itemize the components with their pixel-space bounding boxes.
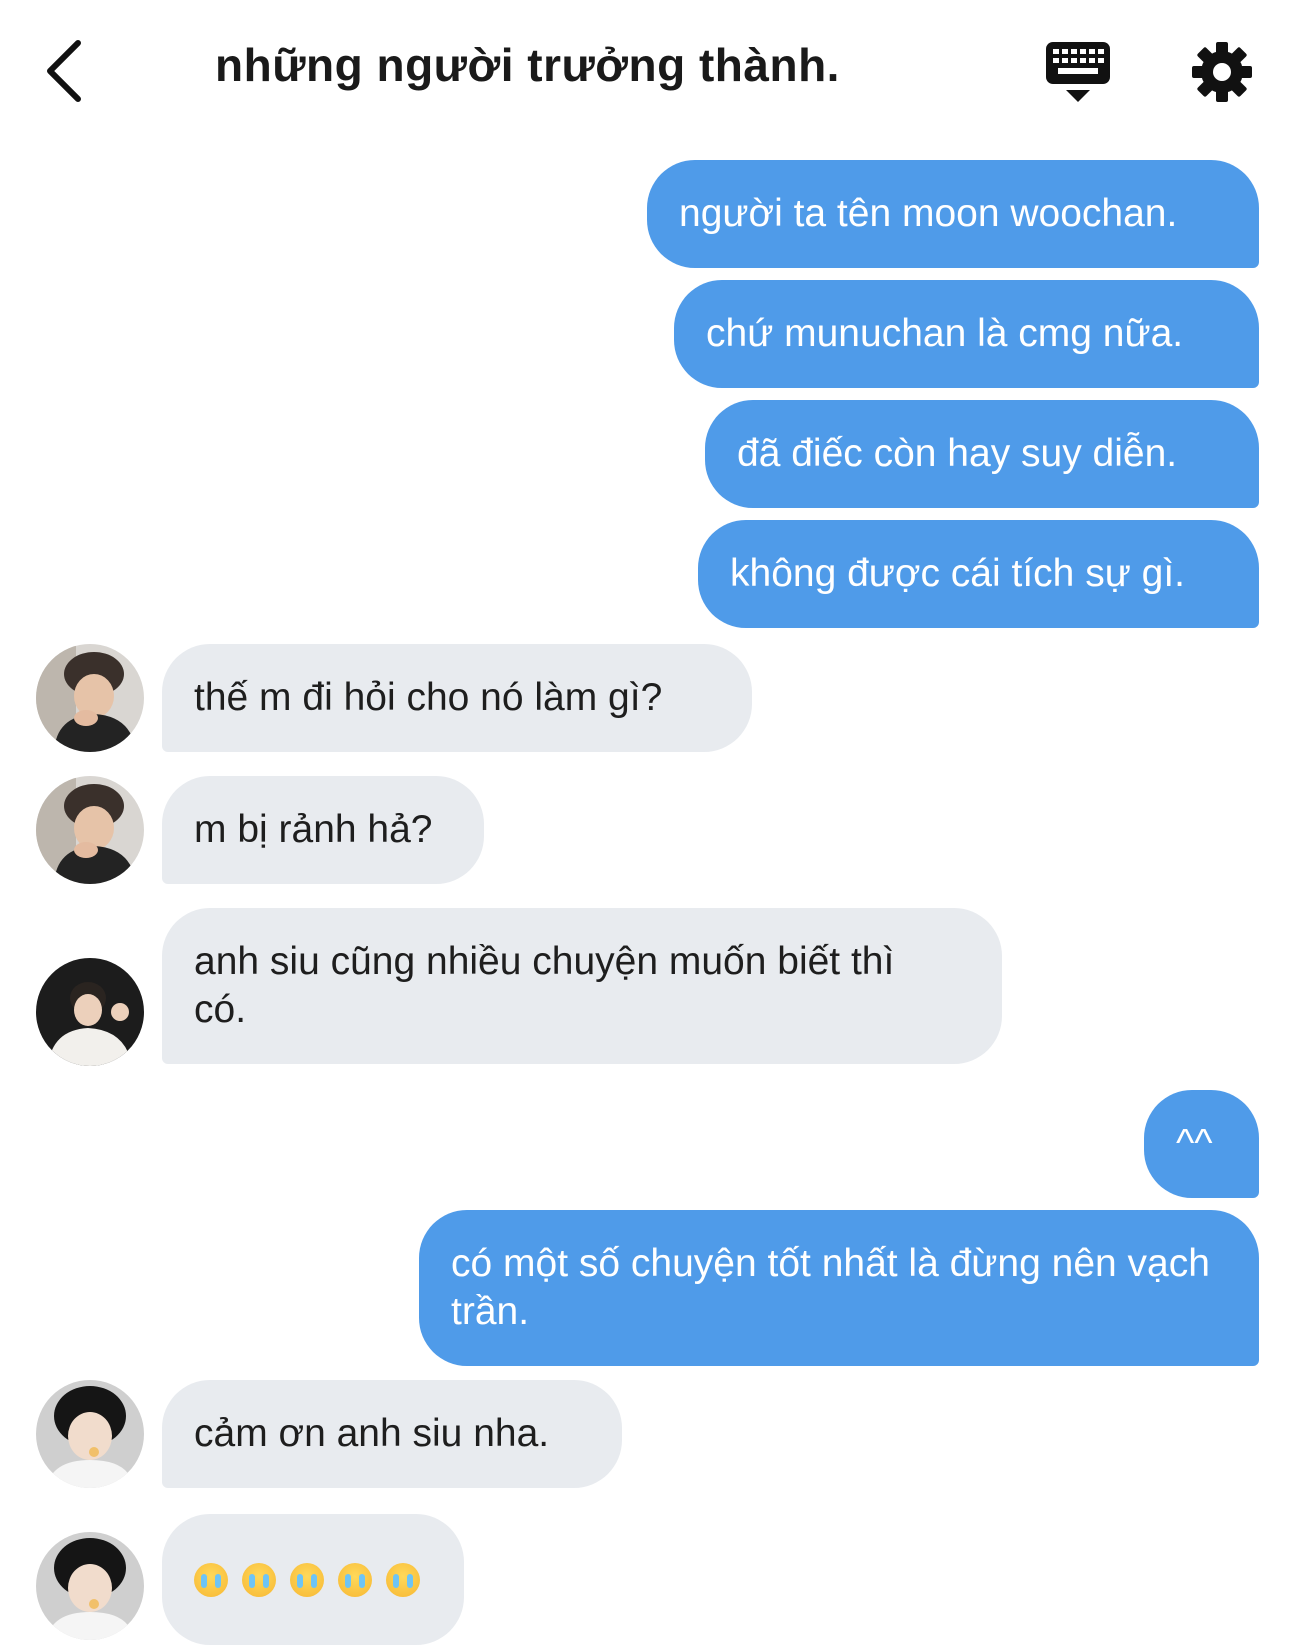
outgoing-message[interactable]: chứ munuchan là cmg nữa. bbox=[674, 280, 1259, 388]
incoming-message[interactable]: anh siu cũng nhiều chuyện muốn biết thì … bbox=[162, 908, 1002, 1064]
loudly-crying-face-icon bbox=[338, 1562, 372, 1597]
outgoing-message[interactable]: có một số chuyện tốt nhất là đừng nên vạ… bbox=[419, 1210, 1259, 1366]
message-text: không được cái tích sự gì. bbox=[730, 552, 1185, 595]
avatar[interactable] bbox=[36, 1532, 144, 1640]
chat-title: những người trưởng thành. bbox=[215, 39, 840, 91]
avatar-photo bbox=[36, 644, 144, 752]
avatar-photo bbox=[36, 958, 144, 1066]
avatar-photo bbox=[36, 776, 144, 884]
outgoing-message[interactable]: không được cái tích sự gì. bbox=[698, 520, 1259, 628]
outgoing-message[interactable]: ^^ bbox=[1144, 1090, 1259, 1198]
message-text: người ta tên moon woochan. bbox=[679, 192, 1178, 235]
avatar[interactable] bbox=[36, 776, 144, 884]
message-text: m bị rảnh hả? bbox=[194, 808, 433, 851]
message-text: anh siu cũng nhiều chuyện muốn biết thì … bbox=[194, 940, 895, 1031]
message-text: ^^ bbox=[1176, 1122, 1213, 1165]
gear-icon bbox=[1192, 42, 1252, 102]
chat-header: những người trưởng thành. bbox=[0, 0, 1290, 140]
loudly-crying-face-icon bbox=[386, 1562, 420, 1597]
loudly-crying-face-icon bbox=[290, 1562, 324, 1597]
incoming-message[interactable]: thế m đi hỏi cho nó làm gì? bbox=[162, 644, 752, 752]
avatar-photo bbox=[36, 1380, 144, 1488]
chevron-left-icon bbox=[47, 40, 81, 102]
settings-button[interactable] bbox=[1190, 40, 1254, 104]
message-text: có một số chuyện tốt nhất là đừng nên vạ… bbox=[451, 1242, 1210, 1333]
incoming-message[interactable]: cảm ơn anh siu nha. bbox=[162, 1380, 622, 1488]
incoming-message[interactable] bbox=[162, 1514, 464, 1645]
message-text: chứ munuchan là cmg nữa. bbox=[706, 312, 1184, 355]
avatar[interactable] bbox=[36, 644, 144, 752]
outgoing-message[interactable]: người ta tên moon woochan. bbox=[647, 160, 1259, 268]
loudly-crying-face-icon bbox=[194, 1562, 228, 1597]
avatar[interactable] bbox=[36, 1380, 144, 1488]
message-text: đã điếc còn hay suy diễn. bbox=[737, 432, 1178, 475]
keyboard-button[interactable] bbox=[1044, 40, 1112, 106]
keyboard-icon bbox=[1046, 42, 1110, 102]
emoji-row bbox=[194, 1562, 420, 1597]
avatar-photo bbox=[36, 1532, 144, 1640]
incoming-message[interactable]: m bị rảnh hả? bbox=[162, 776, 484, 884]
message-text: thế m đi hỏi cho nó làm gì? bbox=[194, 676, 663, 719]
loudly-crying-face-icon bbox=[242, 1562, 276, 1597]
outgoing-message[interactable]: đã điếc còn hay suy diễn. bbox=[705, 400, 1259, 508]
avatar[interactable] bbox=[36, 958, 144, 1066]
back-button[interactable] bbox=[40, 35, 90, 107]
message-text: cảm ơn anh siu nha. bbox=[194, 1412, 550, 1455]
